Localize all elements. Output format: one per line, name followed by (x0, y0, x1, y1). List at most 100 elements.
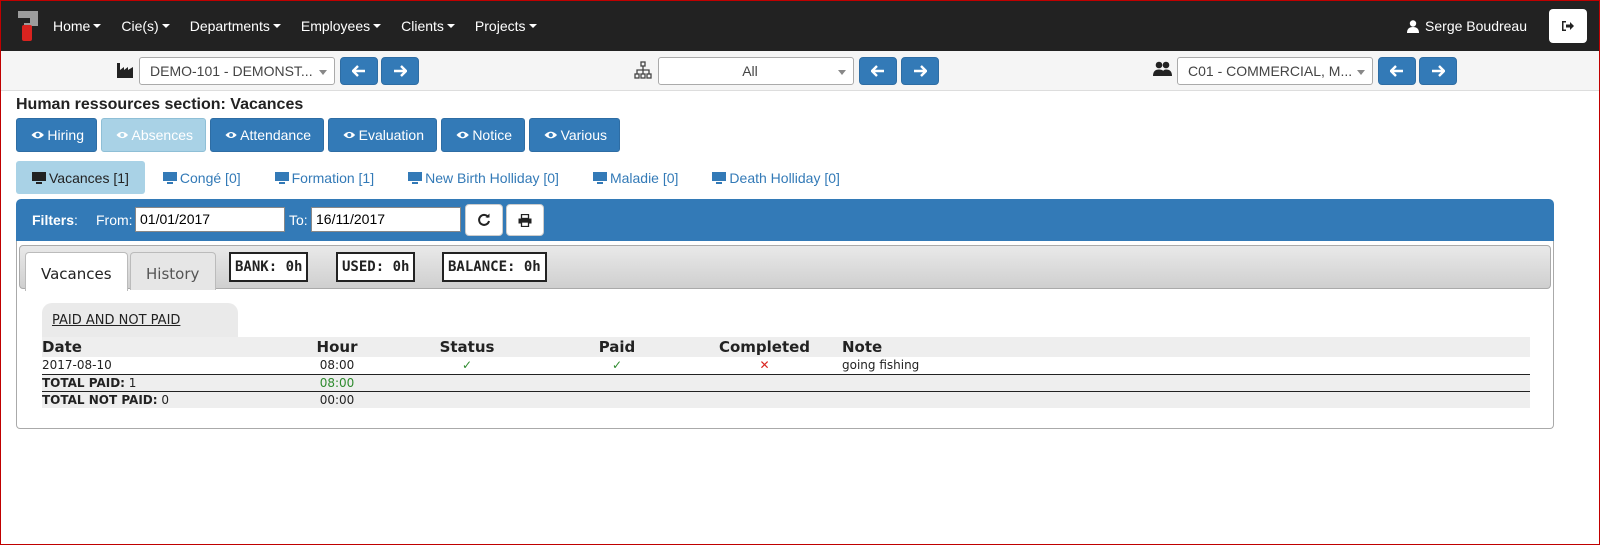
cell-note: going fishing (842, 357, 1530, 375)
employee-prev-button[interactable] (1378, 57, 1416, 85)
absence-type-tabs: Vacances [1] Congé [0] Formation [1] New… (16, 161, 858, 194)
company-select-value: DEMO-101 - DEMONST... (150, 63, 313, 79)
arrow-left-icon (1390, 65, 1403, 77)
selector-bar: DEMO-101 - DEMONST... All C01 - COMMERCI… (1, 51, 1599, 91)
nav-home[interactable]: Home (53, 18, 102, 34)
caret-down-icon (373, 24, 382, 28)
total-paid-row: TOTAL PAID: 1 08:00 (42, 374, 1530, 392)
caret-down-icon (446, 24, 455, 28)
monitor-icon (408, 171, 423, 184)
nav-projects[interactable]: Projects (475, 18, 537, 34)
paid-not-paid-tab[interactable]: PAID AND NOT PAID (42, 303, 238, 337)
tab-maladie[interactable]: Maladie [0] (577, 161, 694, 194)
company-next-button[interactable] (381, 57, 419, 85)
col-note: Note (842, 337, 1530, 357)
department-next-button[interactable] (901, 57, 939, 85)
company-select[interactable]: DEMO-101 - DEMONST... (139, 57, 335, 85)
to-date-input[interactable]: 16/11/2017 (311, 207, 461, 232)
logout-icon (1562, 21, 1574, 31)
col-date: Date (42, 337, 287, 357)
user-icon (1407, 19, 1420, 33)
paid-not-paid-label: PAID AND NOT PAID (52, 313, 181, 328)
from-date-input[interactable]: 01/01/2017 (135, 207, 285, 232)
total-not-paid-hours: 00:00 (287, 391, 387, 408)
monitor-icon (274, 171, 289, 184)
tab-death-holliday[interactable]: Death Holliday [0] (696, 161, 856, 194)
eye-icon (456, 131, 469, 139)
department-select[interactable]: All (658, 57, 854, 85)
nav-departments-label: Departments (189, 18, 270, 34)
total-not-paid-row: TOTAL NOT PAID: 0 00:00 (42, 391, 1530, 408)
nav-clients[interactable]: Clients (401, 18, 455, 34)
caret-down-icon (272, 24, 281, 28)
tab-history[interactable]: History (130, 252, 216, 290)
vacances-table: Date Hour Status Paid Completed Note 201… (42, 337, 1530, 408)
app-logo-icon[interactable] (15, 9, 43, 43)
col-completed: Completed (687, 337, 842, 357)
arrow-left-icon (352, 65, 365, 77)
table-row[interactable]: 2017-08-10 08:00 ✓ ✓ ✕ going fishing (42, 357, 1530, 375)
tab-new-birth-holliday-label: New Birth Holliday [0] (425, 169, 559, 186)
monitor-icon (592, 171, 607, 184)
bank-badge: BANK: 0h (229, 252, 309, 282)
monitor-icon (32, 171, 46, 184)
nav-cies[interactable]: Cie(s) (121, 18, 170, 34)
employee-next-button[interactable] (1419, 57, 1457, 85)
tab-vacances[interactable]: Vacances [1] (16, 161, 145, 194)
hiring-button[interactable]: Hiring (16, 118, 97, 152)
company-prev-button[interactable] (340, 57, 378, 85)
used-badge: USED: 0h (336, 252, 416, 282)
tab-conge[interactable]: Congé [0] (147, 161, 257, 194)
sitemap-icon (634, 61, 652, 79)
various-button[interactable]: Various (529, 118, 620, 152)
print-icon (518, 213, 532, 227)
evaluation-button[interactable]: Evaluation (328, 118, 437, 152)
department-prev-button[interactable] (859, 57, 897, 85)
nav-departments[interactable]: Departments (190, 18, 281, 34)
total-paid-count: 1 (128, 375, 137, 390)
various-button-label: Various (560, 127, 607, 143)
tab-death-holliday-label: Death Holliday [0] (729, 169, 840, 186)
arrow-right-icon (394, 65, 407, 77)
arrow-right-icon (914, 65, 927, 77)
tab-formation[interactable]: Formation [1] (259, 161, 390, 194)
user-menu[interactable]: Serge Boudreau (1407, 18, 1527, 34)
tab-vacances-panel[interactable]: Vacances (25, 252, 128, 291)
balance-badge: BALANCE: 0h (442, 252, 547, 282)
tab-vacances-label: Vacances [1] (49, 169, 129, 186)
refresh-icon (478, 213, 490, 226)
chevron-down-icon (1357, 70, 1365, 75)
completed-cross-icon: ✕ (687, 357, 842, 375)
caret-down-icon (93, 24, 102, 28)
nav-projects-label: Projects (474, 18, 526, 34)
caret-down-icon (528, 24, 537, 28)
nav-employees[interactable]: Employees (301, 18, 382, 34)
employee-select[interactable]: C01 - COMMERCIAL, M... (1177, 57, 1373, 85)
col-status: Status (387, 337, 547, 357)
attendance-button[interactable]: Attendance (210, 118, 324, 152)
cell-date: 2017-08-10 (42, 357, 287, 375)
tab-new-birth-holliday[interactable]: New Birth Holliday [0] (392, 161, 575, 194)
absences-button[interactable]: Absences (101, 118, 206, 152)
notice-button-label: Notice (472, 127, 512, 143)
section-buttons: Hiring Absences Attendance Evaluation No… (16, 118, 624, 152)
status-check-icon: ✓ (387, 357, 547, 375)
total-not-paid-count: 0 (161, 392, 170, 407)
vacances-panel: Vacances History BANK: 0h USED: 0h BALAN… (16, 241, 1554, 429)
logout-button[interactable] (1549, 9, 1587, 43)
department-select-value: All (742, 63, 758, 79)
users-icon (1153, 61, 1172, 76)
eye-icon (116, 131, 129, 139)
tab-conge-label: Congé [0] (179, 169, 241, 186)
top-navbar: Home Cie(s) Departments Employees Client… (1, 1, 1599, 51)
print-button[interactable] (506, 204, 544, 236)
tab-formation-label: Formation [1] (291, 169, 375, 186)
nav-cies-label: Cie(s) (121, 18, 159, 34)
total-paid-label: TOTAL PAID: (42, 375, 125, 390)
refresh-button[interactable] (465, 204, 503, 236)
notice-button[interactable]: Notice (441, 118, 525, 152)
nav-home-label: Home (53, 18, 91, 34)
total-not-paid-label: TOTAL NOT PAID: (42, 392, 158, 407)
user-name: Serge Boudreau (1425, 18, 1527, 34)
total-paid-hours: 08:00 (287, 374, 387, 392)
